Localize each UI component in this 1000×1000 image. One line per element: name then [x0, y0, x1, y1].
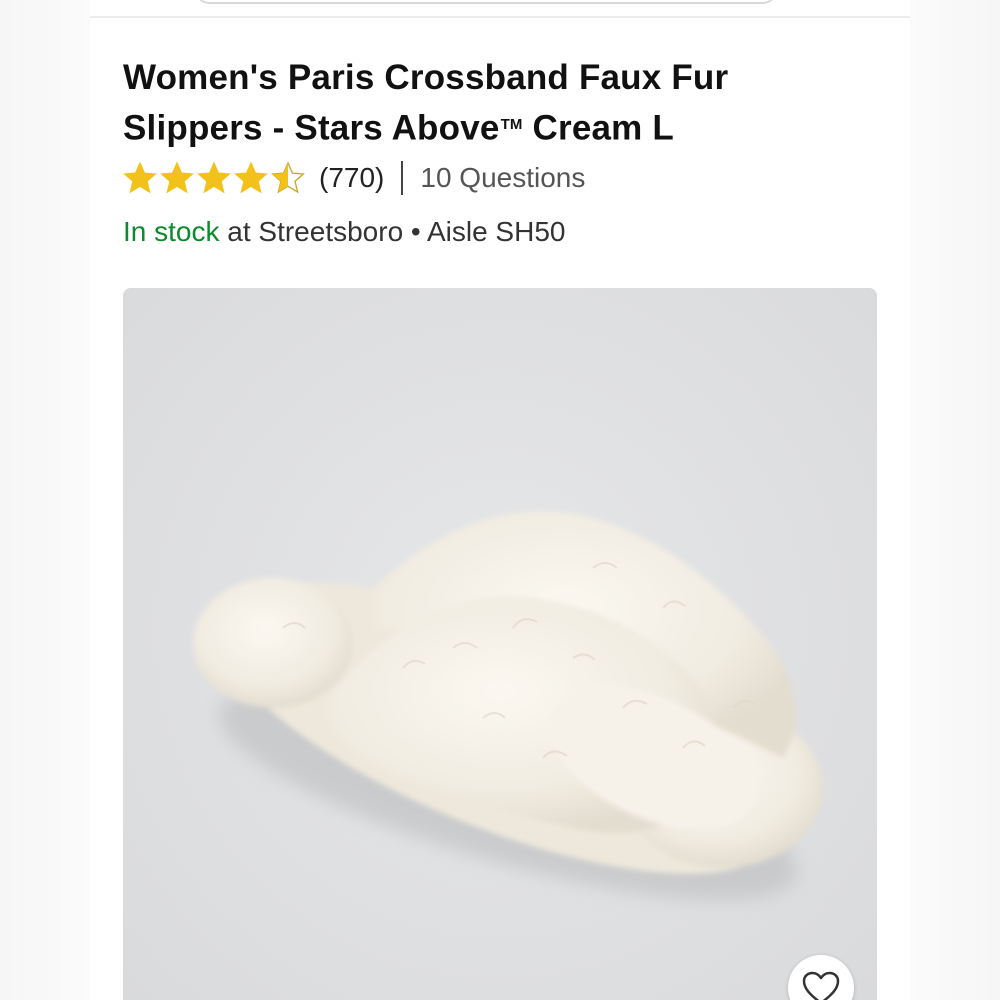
questions-link[interactable]: 10 Questions	[420, 162, 585, 194]
product-title: Women's Paris Crossband Faux Fur Slipper…	[123, 54, 823, 152]
trademark-mark: TM	[500, 116, 523, 133]
header-divider	[90, 16, 910, 18]
product-title-tail: Cream L	[522, 108, 675, 148]
review-count-link[interactable]: (770)	[319, 162, 384, 194]
left-margin	[0, 0, 90, 1000]
product-page: Women's Paris Crossband Faux Fur Slipper…	[90, 0, 910, 1000]
availability: In stock at Streetsboro • Aisle SH50	[123, 216, 565, 248]
right-margin	[910, 0, 1000, 1000]
star-full-icon	[123, 161, 157, 194]
star-half-icon	[271, 161, 305, 194]
product-image[interactable]	[123, 288, 877, 1000]
star-full-icon	[197, 161, 231, 194]
store-location[interactable]: at Streetsboro • Aisle SH50	[219, 216, 565, 247]
star-full-icon	[234, 161, 268, 194]
heart-icon	[802, 971, 840, 1000]
star-rating[interactable]	[123, 161, 305, 195]
rating-row: (770) 10 Questions	[123, 156, 585, 200]
rating-separator	[401, 161, 404, 195]
slipper-image	[123, 288, 877, 1000]
stock-status: In stock	[123, 216, 220, 247]
search-bar[interactable]	[195, 0, 777, 4]
star-full-icon	[160, 161, 194, 194]
